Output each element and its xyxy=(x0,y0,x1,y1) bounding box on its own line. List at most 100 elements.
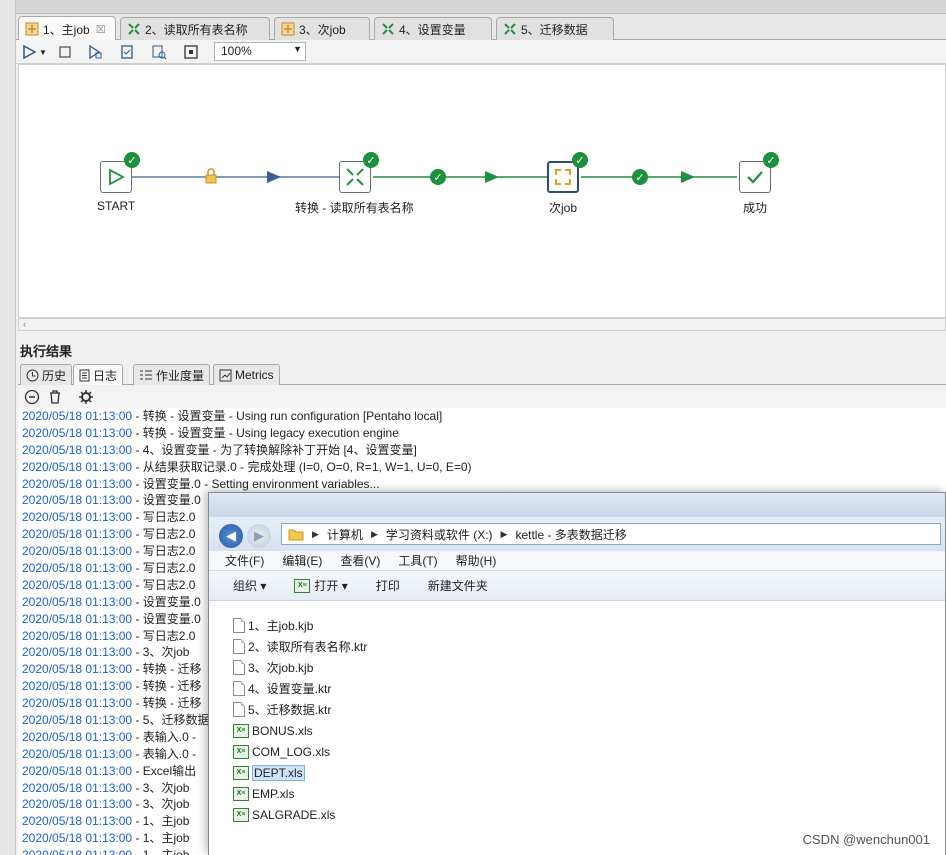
canvas-scrollbar[interactable]: ‹ xyxy=(18,318,946,331)
breadcrumb-computer[interactable]: 计算机 xyxy=(327,526,363,543)
analyze-button[interactable] xyxy=(150,43,168,61)
menu-view[interactable]: 查看(V) xyxy=(340,552,380,569)
snap-grid-button[interactable] xyxy=(182,43,200,61)
tab-job-metrics[interactable]: 作业度量 xyxy=(133,364,211,385)
hop-success-icon: ✓ xyxy=(632,169,648,185)
log-message: - 转换 - 设置变量 - Using run configuration [P… xyxy=(132,409,443,423)
document-icon xyxy=(233,660,245,675)
window-top-bar xyxy=(0,0,946,14)
organize-button[interactable]: 组织 ▾ xyxy=(233,577,266,594)
log-message: - 设置变量.0 xyxy=(132,611,201,626)
settings-icon[interactable] xyxy=(78,389,94,405)
tab-migrate-data[interactable]: 5、迁移数据 xyxy=(496,17,614,40)
file-item[interactable]: 5、迁移数据.ktr xyxy=(209,699,945,720)
menu-edit[interactable]: 编辑(E) xyxy=(282,552,322,569)
excel-file-icon: X≡ xyxy=(233,786,249,801)
chevron-right-icon: ▶ xyxy=(500,528,508,539)
log-message: - 写日志2.0 xyxy=(132,577,196,592)
tab-label: 2、读取所有表名称 xyxy=(145,22,248,37)
log-timestamp: 2020/05/18 01:13:00 xyxy=(22,493,133,508)
job-toolbar: ▼ 100% ▼ xyxy=(16,40,946,64)
tab-label: 作业度量 xyxy=(156,368,205,383)
tab-label: 1、主job xyxy=(43,22,90,37)
tab-log[interactable]: 日志 xyxy=(73,364,124,385)
close-icon[interactable]: ☒ xyxy=(96,23,106,36)
menu-file[interactable]: 文件(F) xyxy=(225,552,264,569)
breadcrumb-folder[interactable]: kettle - 多表数据迁移 xyxy=(515,526,626,543)
node-label: START xyxy=(97,199,136,213)
transform-icon xyxy=(504,23,516,35)
log-message: - 转换 - 迁移 xyxy=(132,696,202,711)
back-arrow-icon: ◀ xyxy=(226,528,236,543)
job-icon xyxy=(281,22,295,36)
log-message: - 5、迁移数据 xyxy=(132,713,210,728)
tab-label: 历史 xyxy=(42,368,67,383)
verify-button[interactable] xyxy=(118,43,136,61)
job-canvas[interactable]: ✓ ✓ ✓ START ✓ 转换 - 读取所有表名称 ✓ 次job ✓ 成功 xyxy=(18,64,946,318)
scroll-left-icon[interactable]: ‹ xyxy=(23,319,26,329)
file-item[interactable]: X≡ DEPT.xls xyxy=(209,762,945,783)
log-icon xyxy=(79,369,90,381)
log-timestamp: 2020/05/18 01:13:00 xyxy=(22,662,133,677)
tab-read-table-names[interactable]: 2、读取所有表名称 xyxy=(120,17,270,40)
file-item[interactable]: 1、主job.kjb xyxy=(209,615,945,636)
file-list: 1、主job.kjb 2、读取所有表名称.ktr 3、次job.kjb 4、设置变量.… xyxy=(209,601,945,855)
log-timestamp: 2020/05/18 01:13:00 xyxy=(22,425,133,440)
menu-tools[interactable]: 工具(T) xyxy=(398,552,437,569)
print-button[interactable]: 打印 xyxy=(376,577,400,594)
stop-button[interactable] xyxy=(56,43,74,61)
open-label: 打开 ▾ xyxy=(314,579,348,593)
tab-main-job[interactable]: 1、主job ☒ xyxy=(18,16,116,41)
menu-help[interactable]: 帮助(H) xyxy=(456,552,497,569)
run-options-dropdown[interactable]: ▼ xyxy=(38,43,48,61)
document-icon xyxy=(233,702,245,717)
checkmark-icon xyxy=(747,171,763,184)
tab-metrics[interactable]: Metrics xyxy=(213,364,280,385)
log-message: - 1、主job xyxy=(132,848,189,855)
hop-lines xyxy=(132,171,737,183)
log-timestamp: 2020/05/18 01:13:00 xyxy=(22,510,133,525)
tab-label: 5、迁移数据 xyxy=(521,22,588,37)
new-folder-button[interactable]: 新建文件夹 xyxy=(428,577,488,594)
log-line: 2020/05/18 01:13:00 - 4、设置变量 - 为了转换解除补丁开… xyxy=(18,442,946,459)
file-item[interactable]: X≡ BONUS.xls xyxy=(209,720,945,741)
file-item[interactable]: X≡ SALGRADE.xls xyxy=(209,804,945,825)
chevron-down-icon: ▼ xyxy=(293,44,302,54)
trash-icon[interactable] xyxy=(48,389,62,405)
log-timestamp: 2020/05/18 01:13:00 xyxy=(22,814,133,829)
log-timestamp: 2020/05/18 01:13:00 xyxy=(22,831,133,846)
clear-log-icon[interactable] xyxy=(24,389,40,405)
file-name: COM_LOG.xls xyxy=(252,744,331,759)
watermark: CSDN @wenchun001 xyxy=(802,832,930,847)
forward-button[interactable]: ▶ xyxy=(247,524,271,548)
file-item[interactable]: X≡ EMP.xls xyxy=(209,783,945,804)
back-button[interactable]: ◀ xyxy=(219,524,243,548)
tab-history[interactable]: 历史 xyxy=(20,364,73,385)
log-timestamp: 2020/05/18 01:13:00 xyxy=(22,561,133,576)
file-item[interactable]: 4、设置变量.ktr xyxy=(209,678,945,699)
preview-button[interactable] xyxy=(86,43,104,61)
log-message: - 1、主job xyxy=(132,831,190,846)
file-item[interactable]: 2、读取所有表名称.ktr xyxy=(209,636,945,657)
open-button[interactable]: X≡ 打开 ▾ xyxy=(294,577,348,594)
log-message: - 设置变量.0 xyxy=(132,493,201,508)
address-bar[interactable]: ▶ 计算机 ▶ 学习资料或软件 (X:) ▶ kettle - 多表数据迁移 xyxy=(281,523,941,545)
file-item[interactable]: 3、次job.kjb xyxy=(209,657,945,678)
log-timestamp: 2020/05/18 01:13:00 xyxy=(22,696,133,711)
run-button[interactable] xyxy=(20,43,38,61)
file-name: BONUS.xls xyxy=(252,723,313,738)
tab-sub-job[interactable]: 3、次job xyxy=(274,17,370,40)
job-tab-bar: 1、主job ☒ 2、读取所有表名称 3、次job 4、设置变量 5、迁移数据 xyxy=(16,14,946,41)
results-title: 执行结果 xyxy=(20,344,73,359)
file-name: 1、主job.kjb xyxy=(248,619,314,633)
zoom-select[interactable]: 100% ▼ xyxy=(214,42,306,61)
tab-set-variables[interactable]: 4、设置变量 xyxy=(374,17,492,40)
node-success-icon: ✓ xyxy=(763,152,779,168)
node-success-icon: ✓ xyxy=(124,152,140,168)
job-icon xyxy=(25,22,39,36)
breadcrumb-drive[interactable]: 学习资料或软件 (X:) xyxy=(386,526,493,543)
file-item[interactable]: X≡ COM_LOG.xls xyxy=(209,741,945,762)
log-timestamp: 2020/05/18 01:13:00 xyxy=(22,476,133,491)
results-tab-bar: 历史 日志 作业度量 Metrics xyxy=(18,363,946,385)
log-timestamp: 2020/05/18 01:13:00 xyxy=(22,527,133,542)
